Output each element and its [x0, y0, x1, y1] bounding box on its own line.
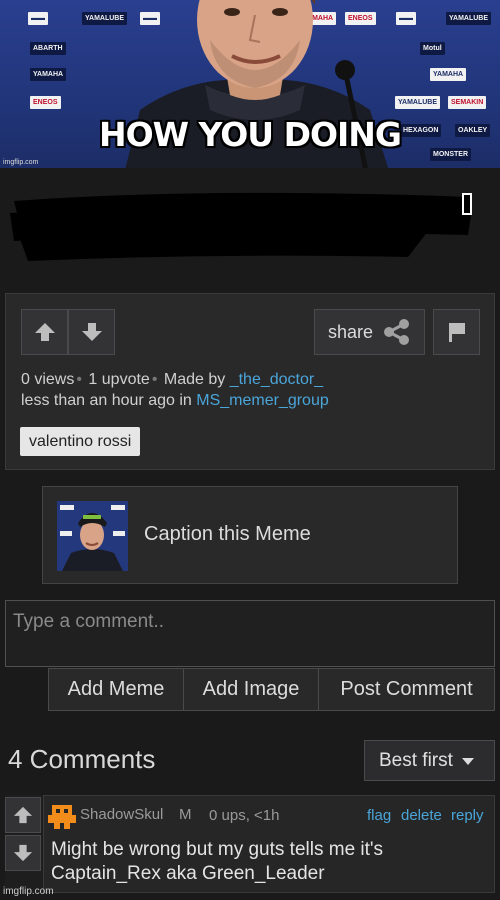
sponsor-logo: YAMALUBE: [395, 96, 441, 109]
watermark: imgflip.com: [3, 886, 54, 897]
sort-dropdown[interactable]: Best first: [364, 740, 495, 781]
sponsor-logo: YAMALUBE: [446, 12, 492, 25]
arrow-down-icon: [13, 844, 33, 862]
sponsor-logo: ABARTH: [30, 42, 66, 55]
post-time: less than an hour ago in MS_memer_group: [21, 392, 329, 410]
mod-badge: M: [179, 806, 192, 823]
arrow-up-icon: [34, 323, 55, 341]
sponsor-logo: ENEOS: [30, 96, 61, 109]
post-info-panel: share 0 views • 1 upvote • Made by _the_do…: [5, 293, 495, 470]
comment-flag-link[interactable]: flag: [367, 807, 391, 824]
comment-username[interactable]: ShadowSkul: [80, 806, 163, 823]
avatar[interactable]: [48, 805, 76, 833]
meme-caption: HOW YOU DOING: [98, 115, 402, 154]
time-label: less than an hour ago in: [21, 392, 192, 409]
comment-item: ShadowSkul M 0 ups, <1h flag delete repl…: [5, 795, 495, 893]
comment-input[interactable]: [5, 600, 495, 667]
meme-thumbnail: [57, 501, 128, 571]
add-image-button[interactable]: Add Image: [183, 668, 319, 711]
sort-label: Best first: [379, 749, 453, 771]
comment-body: ShadowSkul M 0 ups, <1h flag delete repl…: [43, 795, 495, 893]
sponsor-logo: ▬▬: [28, 12, 48, 25]
sponsor-logo: YAMAHA: [30, 68, 67, 81]
share-label: share: [327, 321, 374, 342]
arrow-down-icon: [81, 323, 102, 341]
share-icon: [384, 319, 410, 345]
sponsor-logo: SEMAKIN: [448, 96, 487, 109]
post-comment-button[interactable]: Post Comment: [318, 668, 495, 711]
sponsor-logo: YAMAHA: [430, 68, 467, 81]
caption-this-meme-button[interactable]: Caption this Meme: [42, 486, 458, 584]
comment-downvote-button[interactable]: [5, 835, 41, 871]
comment-stats: 0 ups, <1h: [209, 807, 280, 824]
comment-upvote-button[interactable]: [5, 797, 41, 833]
comment-reply-link[interactable]: reply: [451, 807, 484, 824]
caption-label: Caption this Meme: [144, 523, 311, 545]
stream-link[interactable]: MS_memer_group: [196, 392, 329, 409]
comment-delete-link[interactable]: delete: [401, 807, 442, 824]
upvote-count: 1 upvote: [88, 371, 150, 388]
watermark: imgflip.com: [3, 159, 39, 166]
downvote-button[interactable]: [68, 309, 115, 355]
redaction-mark: [10, 192, 472, 261]
author-link[interactable]: _the_doctor_: [230, 371, 323, 388]
comment-text: Might be wrong but my guts tells me it's…: [51, 839, 384, 884]
chevron-down-icon: [461, 757, 474, 765]
add-meme-button[interactable]: Add Meme: [48, 668, 184, 711]
upvote-button[interactable]: [21, 309, 68, 355]
made-by-label: Made by: [163, 371, 226, 388]
comments-count-heading: 4 Comments: [8, 744, 156, 774]
flag-button[interactable]: [433, 309, 480, 355]
flag-icon: [448, 323, 465, 342]
arrow-up-icon: [13, 806, 33, 824]
post-stats: 0 views • 1 upvote • Made by _the_doctor_: [21, 371, 324, 388]
meme-image: ▬▬ YAMALUBE ▬▬ YAMAHA ENEOS ▬▬ YAMALUBE …: [0, 0, 500, 168]
tag-chip[interactable]: valentino rossi: [20, 427, 141, 456]
share-button[interactable]: share: [314, 309, 425, 355]
sponsor-logo: Motul: [420, 42, 445, 55]
view-count: 0 views: [21, 371, 75, 388]
